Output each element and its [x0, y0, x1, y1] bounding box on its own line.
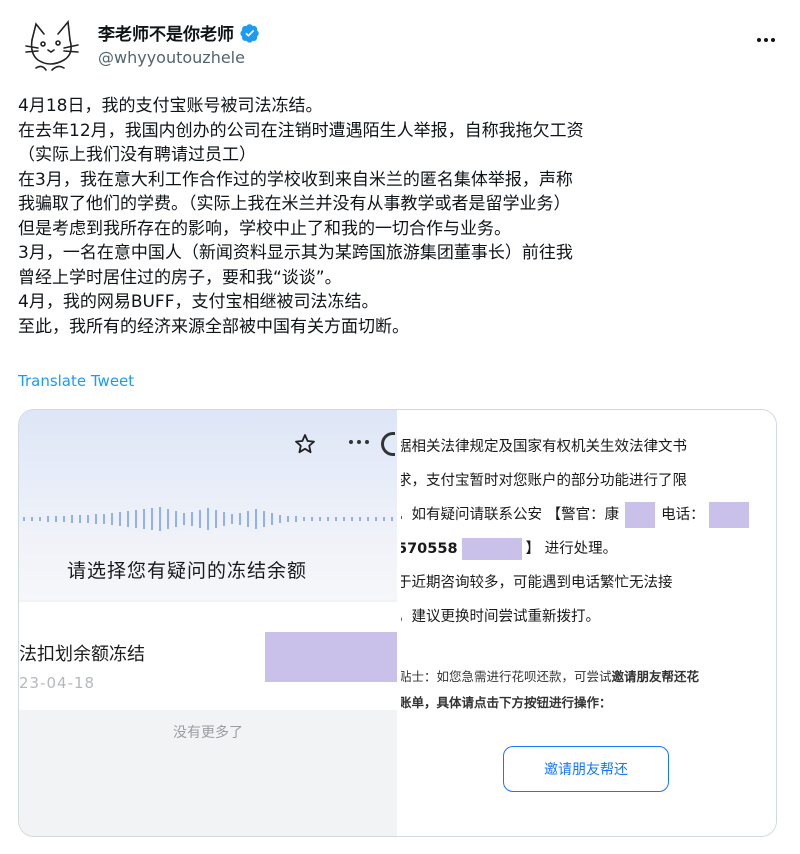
redaction-block	[708, 502, 749, 528]
more-options-button[interactable]	[754, 28, 778, 52]
notice-police-text: 。如有疑问请联系公安 【警官：康	[401, 507, 620, 523]
redaction-block	[265, 632, 397, 682]
tweet-line: 4月18日，我的支付宝账号被司法冻结。	[18, 96, 323, 116]
tweet-line: （实际上我们没有聘请过员工）	[18, 145, 256, 165]
media-image-left[interactable]: 请选择您有疑问的冻结余额 法扣划余额冻结 23-04-18 没有更多了	[19, 410, 397, 836]
notice-line: ，建议更换时间尝试重新拨打。	[401, 609, 600, 625]
waveform-icon	[23, 507, 393, 531]
display-name[interactable]: 李老师不是你老师	[98, 20, 234, 45]
redaction-block	[625, 502, 656, 528]
tweet-media[interactable]: 请选择您有疑问的冻结余额 法扣划余额冻结 23-04-18 没有更多了 据相关法…	[18, 409, 777, 837]
invite-friend-pay-button[interactable]: 邀请朋友帮还	[503, 746, 669, 792]
tweet-header: 李老师不是你老师 @whyyoutouzhele	[18, 10, 782, 80]
tweet-line: 我骗取了他们的学费。（实际上我在米兰并没有从事教学或者是留学业务）	[18, 194, 571, 214]
tweet-line: 至此，我所有的经济来源全部被中国有关方面切断。	[18, 316, 409, 337]
tweet-line: 但是考虑到我所存在的影响，学校中止了和我的一切合作与业务。	[18, 218, 511, 239]
translate-tweet-link[interactable]: Translate Tweet	[18, 372, 134, 390]
cat-sketch-icon	[18, 10, 86, 78]
tip-invite-link[interactable]: 邀请朋友帮还花	[612, 669, 700, 684]
tip-text: 贴士：如您急需进行花呗还款，可尝试邀请朋友帮还花 账单，具体请点击下方按钮进行操…	[401, 664, 776, 716]
no-more-text: 没有更多了	[173, 725, 243, 741]
tip-prefix: 贴士：如您急需进行花呗还款，可尝试	[401, 669, 612, 684]
notice-line: 求，支付宝暂时对您账户的部分功能进行了限	[401, 473, 687, 489]
notice-phone-label: 电话：	[661, 507, 705, 523]
notice-line: 于近期咨询较多，可能遇到电话繁忙无法接	[401, 575, 673, 591]
notice-phone-number: 570558	[401, 541, 458, 557]
star-icon	[295, 434, 315, 454]
media-image-right[interactable]: 据相关法律规定及国家有权机关生效法律文书 求，支付宝暂时对您账户的部分功能进行了…	[401, 410, 776, 836]
freeze-record-card[interactable]: 法扣划余额冻结 23-04-18	[19, 602, 397, 710]
notice-process-text: 】 进行处理。	[525, 541, 618, 557]
user-handle[interactable]: @whyyoutouzhele	[98, 48, 245, 67]
more-dot	[764, 38, 768, 42]
verified-badge-icon	[240, 23, 259, 43]
record-title: 法扣划余额冻结	[19, 644, 145, 665]
more-dot	[757, 38, 761, 42]
tweet-line: 3月，一名在意中国人（新闻资料显示其为某跨国旅游集团董事长）前往我	[18, 243, 573, 263]
tweet-text: 4月18日，我的支付宝账号被司法冻结。在去年12月，我国内创办的公司在注销时遭遇…	[18, 94, 778, 339]
notice-line: 。如有疑问请联系公安 【警官：康 电话：	[401, 498, 776, 532]
notice-line: 570558 】 进行处理。	[401, 532, 776, 566]
more-dot	[771, 38, 775, 42]
tweet-line: 4月，我的网易BUFF，支付宝相继被司法冻结。	[18, 292, 379, 312]
tweet-line: 曾经上学时居住过的房子，要和我“谈谈”。	[18, 267, 342, 288]
tweet-line: 在3月，我在意大利工作合作过的学校收到来自米兰的匿名集体举报，声称	[18, 169, 573, 190]
freeze-balance-prompt: 请选择您有疑问的冻结余额	[67, 560, 308, 582]
notice-line: 据相关法律规定及国家有权机关生效法律文书	[401, 439, 687, 455]
avatar[interactable]	[18, 10, 86, 78]
ellipsis-icon	[349, 440, 369, 444]
record-date: 23-04-18	[19, 674, 96, 692]
freeze-notice-text: 据相关法律规定及国家有权机关生效法律文书 求，支付宝暂时对您账户的部分功能进行了…	[401, 430, 776, 634]
tweet-line: 在去年12月，我国内创办的公司在注销时遭遇陌生人举报，自称我拖欠工资	[18, 120, 584, 141]
redaction-block	[461, 538, 522, 560]
tip-line: 贴士：如您急需进行花呗还款，可尝试邀请朋友帮还花	[401, 664, 776, 690]
tip-line: 账单，具体请点击下方按钮进行操作：	[401, 695, 612, 710]
